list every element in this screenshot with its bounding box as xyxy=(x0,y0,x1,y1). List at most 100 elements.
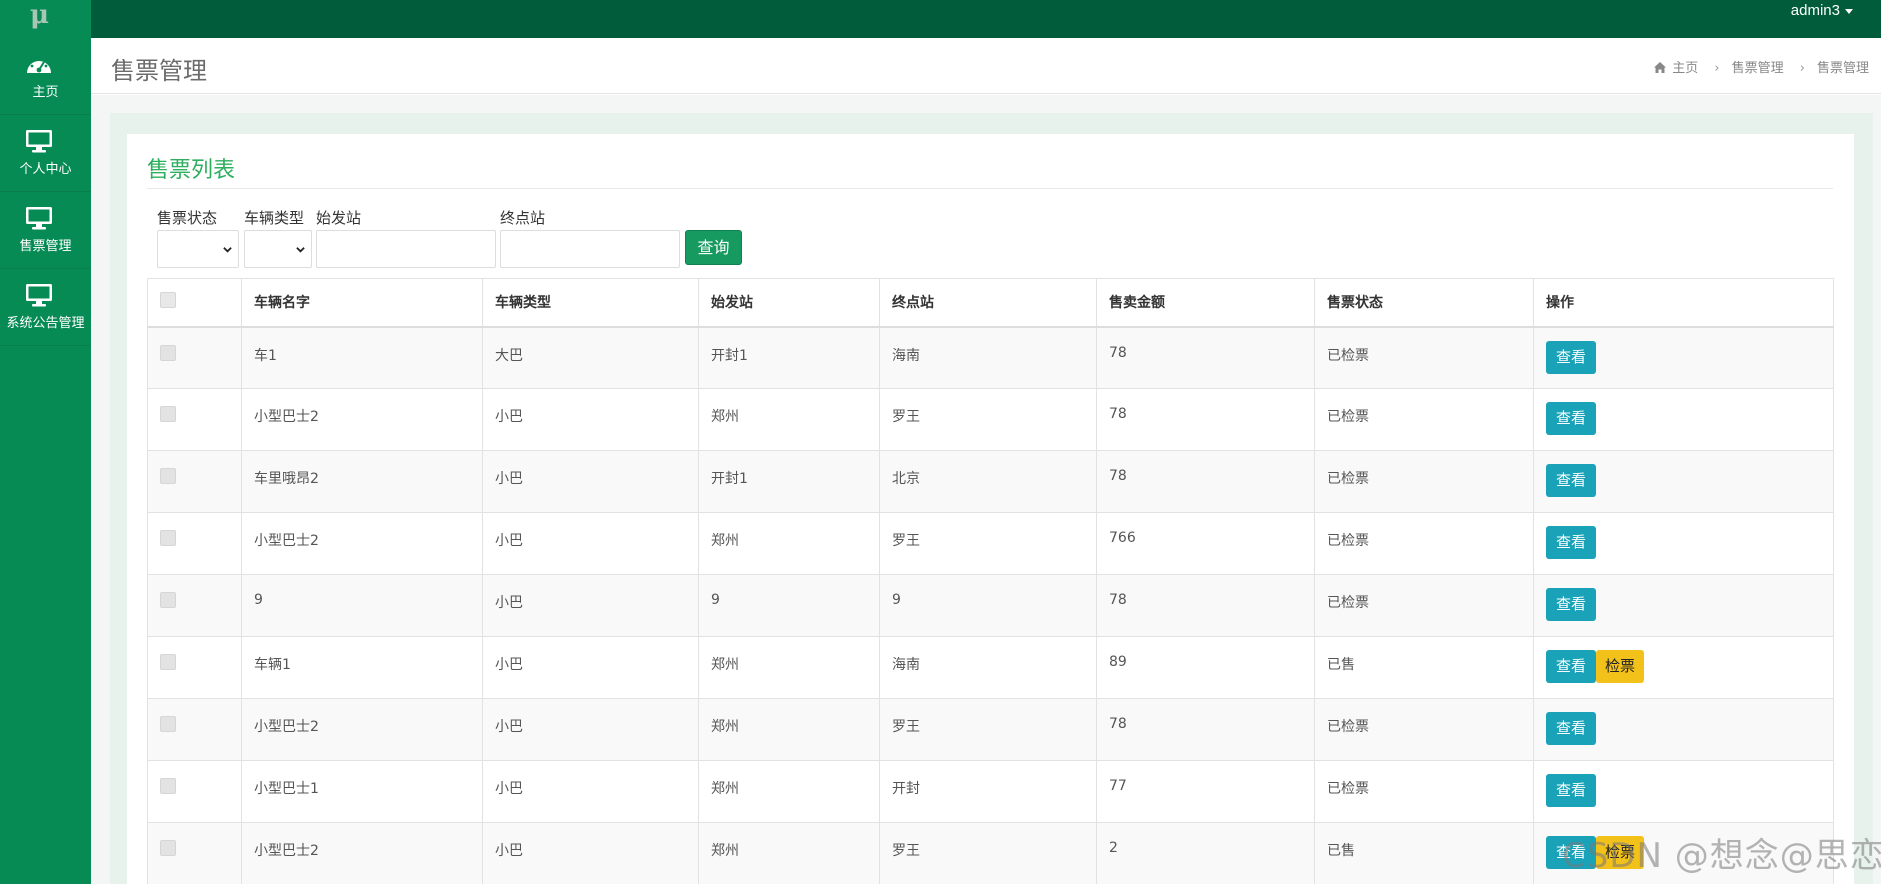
price-cell: 78 xyxy=(1096,326,1315,389)
chevron-down-icon xyxy=(223,247,232,253)
vehicle-type-cell: 小巴 xyxy=(482,512,699,575)
row-checkbox-cell xyxy=(147,760,242,823)
breadcrumb: 主页 › 售票管理 › 售票管理 xyxy=(1654,57,1869,76)
row-checkbox[interactable] xyxy=(160,778,176,794)
view-button[interactable]: 查看 xyxy=(1546,526,1597,559)
vehicle-type-cell: 小巴 xyxy=(482,450,699,513)
sidebar-item-home[interactable]: 主页 xyxy=(0,38,91,115)
price-cell: 78 xyxy=(1096,698,1315,761)
table-row: 小型巴士2 小巴 郑州 罗王 766 已检票 查看 xyxy=(147,512,1834,575)
breadcrumb-home[interactable]: 主页 xyxy=(1672,61,1698,76)
query-button[interactable]: 查询 xyxy=(685,230,742,265)
end-station-cell: 罗王 xyxy=(879,512,1097,575)
sidebar: 主页 个人中心 售票管理 系统公告管理 xyxy=(0,38,91,884)
start-station-cell: 郑州 xyxy=(698,512,880,575)
breadcrumb-item[interactable]: 售票管理 xyxy=(1732,61,1784,76)
end-station-cell: 罗王 xyxy=(879,698,1097,761)
end-station-cell: 9 xyxy=(879,574,1097,637)
vehicle-type-cell: 小巴 xyxy=(482,822,699,884)
sidebar-item-profile[interactable]: 个人中心 xyxy=(0,115,91,192)
home-icon xyxy=(1654,62,1667,73)
actions-cell: 查看 xyxy=(1533,574,1834,637)
price-cell: 78 xyxy=(1096,450,1315,513)
row-checkbox[interactable] xyxy=(160,530,176,546)
end-station-cell: 罗王 xyxy=(879,388,1097,451)
vehicle-type-cell: 大巴 xyxy=(482,326,699,389)
actions-cell: 查看 xyxy=(1533,760,1834,823)
status-select[interactable] xyxy=(157,230,239,268)
row-checkbox[interactable] xyxy=(160,344,176,361)
row-checkbox[interactable] xyxy=(160,592,176,608)
start-station-input[interactable] xyxy=(316,230,496,268)
start-station-cell: 郑州 xyxy=(698,636,880,699)
select-all-checkbox[interactable] xyxy=(160,292,176,309)
view-button[interactable]: 查看 xyxy=(1546,464,1597,497)
start-station-cell: 郑州 xyxy=(698,698,880,761)
user-menu[interactable]: admin3 xyxy=(1791,2,1853,19)
user-name: admin3 xyxy=(1790,2,1840,19)
row-checkbox[interactable] xyxy=(160,716,176,732)
chevron-right-icon: › xyxy=(1799,61,1805,76)
app-logo: μ xyxy=(30,0,50,30)
start-station-cell: 郑州 xyxy=(698,388,880,451)
top-bar: μ admin3 xyxy=(0,0,1881,38)
column-header: 车辆类型 xyxy=(482,278,699,328)
view-button[interactable]: 查看 xyxy=(1546,588,1597,621)
sidebar-item-label: 个人中心 xyxy=(19,162,72,177)
status-cell: 已售 xyxy=(1314,822,1534,884)
end-station-label: 终点站 xyxy=(500,209,546,227)
monitor-icon xyxy=(26,130,52,153)
price-cell: 89 xyxy=(1096,636,1315,699)
ticket-list-panel: 售票列表 售票状态 车辆类型 始发站 终点站 查询 车辆名字 车辆类型 始发站 … xyxy=(127,134,1854,884)
view-button[interactable]: 查看 xyxy=(1546,712,1597,745)
view-button[interactable]: 查看 xyxy=(1546,774,1597,807)
view-button[interactable]: 查看 xyxy=(1546,650,1597,683)
chevron-down-icon xyxy=(296,247,305,253)
row-checkbox-cell xyxy=(147,698,242,761)
caret-down-icon xyxy=(1845,8,1853,14)
check-ticket-button[interactable]: 检票 xyxy=(1596,650,1645,683)
vehicle-name-cell: 车里哦昂2 xyxy=(241,450,483,513)
vehicle-type-select[interactable] xyxy=(244,230,312,268)
actions-cell: 查看 xyxy=(1533,450,1834,513)
chevron-right-icon: › xyxy=(1714,61,1720,76)
vehicle-name-cell: 小型巴士1 xyxy=(241,760,483,823)
view-button[interactable]: 查看 xyxy=(1546,402,1597,435)
row-checkbox[interactable] xyxy=(160,840,176,856)
status-cell: 已检票 xyxy=(1314,698,1534,761)
price-cell: 78 xyxy=(1096,574,1315,637)
vehicle-name-cell: 车辆1 xyxy=(241,636,483,699)
price-cell: 766 xyxy=(1096,512,1315,575)
table-row: 车辆1 小巴 郑州 海南 89 已售 查看 检票 xyxy=(147,636,1834,699)
row-checkbox-cell xyxy=(147,512,242,575)
page-header: 售票管理 主页 › 售票管理 › 售票管理 xyxy=(91,38,1881,94)
status-cell: 已售 xyxy=(1314,636,1534,699)
vehicle-type-cell: 小巴 xyxy=(482,574,699,637)
row-checkbox[interactable] xyxy=(160,406,176,422)
table-row: 小型巴士1 小巴 郑州 开封 77 已检票 查看 xyxy=(147,760,1834,823)
logo-box: μ xyxy=(0,0,91,38)
row-checkbox[interactable] xyxy=(160,654,176,670)
row-checkbox[interactable] xyxy=(160,468,176,484)
price-cell: 2 xyxy=(1096,822,1315,884)
column-header: 操作 xyxy=(1533,278,1834,328)
row-checkbox-cell xyxy=(147,636,242,699)
status-cell: 已检票 xyxy=(1314,574,1534,637)
sidebar-item-announcements[interactable]: 系统公告管理 xyxy=(0,269,91,346)
start-station-cell: 开封1 xyxy=(698,450,880,513)
table-row: 小型巴士2 小巴 郑州 罗王 78 已检票 查看 xyxy=(147,388,1834,451)
row-checkbox-cell xyxy=(147,450,242,513)
panel-title: 售票列表 xyxy=(147,158,236,183)
vehicle-type-cell: 小巴 xyxy=(482,636,699,699)
end-station-cell: 北京 xyxy=(879,450,1097,513)
header-checkbox-cell xyxy=(147,278,242,328)
end-station-cell: 海南 xyxy=(879,326,1097,389)
actions-cell: 查看 xyxy=(1533,326,1834,389)
status-cell: 已检票 xyxy=(1314,760,1534,823)
sidebar-item-ticket-management[interactable]: 售票管理 xyxy=(0,192,91,269)
table-row: 车里哦昂2 小巴 开封1 北京 78 已检票 查看 xyxy=(147,450,1834,513)
actions-cell: 查看 检票 xyxy=(1533,636,1834,699)
end-station-input[interactable] xyxy=(500,230,680,268)
view-button[interactable]: 查看 xyxy=(1546,340,1597,374)
type-filter-label: 车辆类型 xyxy=(244,209,305,227)
